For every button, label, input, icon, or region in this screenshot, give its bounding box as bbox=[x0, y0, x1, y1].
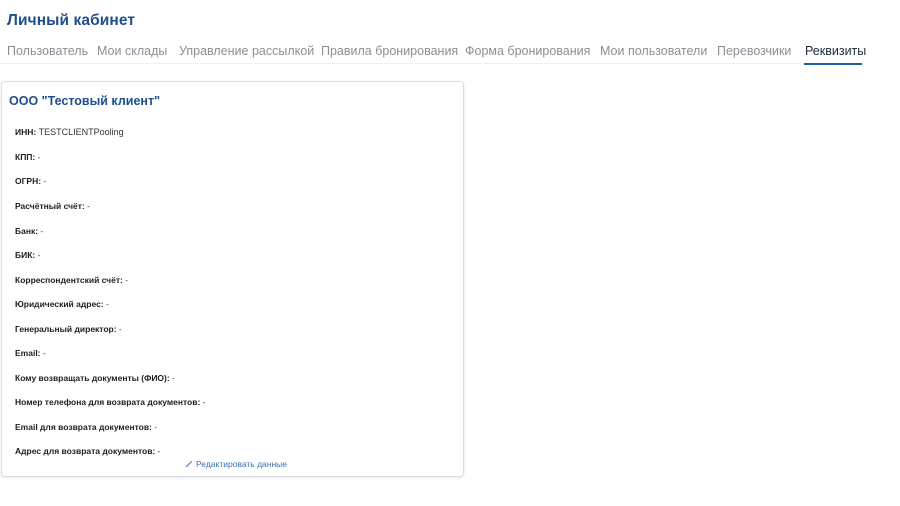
row-label: Адрес для возврата документов: bbox=[15, 446, 156, 456]
row-label: Email: bbox=[15, 348, 41, 358]
row-ogrn: ОГРН: - bbox=[15, 176, 46, 186]
row-label: Генеральный директор: bbox=[15, 324, 117, 334]
tab-mailing[interactable]: Управление рассылкой bbox=[179, 44, 314, 58]
row-director: Генеральный директор: - bbox=[15, 324, 122, 334]
row-value: - bbox=[84, 201, 90, 211]
row-return-email: Email для возврата документов: - bbox=[15, 422, 157, 432]
row-bik: БИК: - bbox=[15, 250, 40, 260]
row-value: TESTCLIENTPooling bbox=[38, 127, 124, 137]
row-account: Расчётный счёт: - bbox=[15, 201, 90, 211]
row-value: - bbox=[38, 226, 44, 236]
row-value: - bbox=[200, 397, 206, 407]
row-label: БИК: bbox=[15, 250, 36, 260]
row-value: - bbox=[155, 446, 161, 456]
row-corr-account: Корреспондентский счёт: - bbox=[15, 275, 128, 285]
tab-my-users[interactable]: Мои пользователи bbox=[600, 44, 707, 58]
row-label: Номер телефона для возврата документов: bbox=[15, 397, 201, 407]
row-legal-address: Юридический адрес: - bbox=[15, 299, 109, 309]
tab-booking-rules[interactable]: Правила бронирования bbox=[321, 44, 458, 58]
row-label: Email для возврата документов: bbox=[15, 422, 152, 432]
tabs-bar: Пользователь Мои склады Управление рассы… bbox=[0, 38, 866, 65]
tab-booking-form[interactable]: Форма бронирования bbox=[465, 44, 590, 58]
row-bank: Банк: - bbox=[15, 226, 43, 236]
edit-data-label: Редактировать данные bbox=[196, 459, 287, 469]
edit-data-link[interactable]: Редактировать данные bbox=[185, 459, 287, 469]
row-value: - bbox=[169, 373, 175, 383]
row-label: Кому возвращать документы (ФИО): bbox=[15, 373, 170, 383]
row-value: - bbox=[41, 176, 47, 186]
row-return-phone: Номер телефона для возврата документов: … bbox=[15, 397, 205, 407]
tab-requisites[interactable]: Реквизиты bbox=[805, 44, 866, 58]
row-value: - bbox=[116, 324, 122, 334]
tab-carriers[interactable]: Перевозчики bbox=[717, 44, 791, 58]
row-value: - bbox=[40, 348, 46, 358]
row-value: - bbox=[122, 275, 129, 285]
row-email: Email: - bbox=[15, 348, 46, 358]
row-inn: ИНН: TESTCLIENTPooling bbox=[15, 127, 124, 137]
row-kpp: КПП: - bbox=[15, 152, 40, 162]
row-value: - bbox=[151, 422, 158, 432]
row-label: Банк: bbox=[15, 226, 39, 236]
row-label: Корреспондентский счёт: bbox=[15, 275, 123, 285]
page-title: Личный кабинет bbox=[7, 12, 136, 29]
row-return-recipient: Кому возвращать документы (ФИО): - bbox=[15, 373, 175, 383]
row-label: ОГРН: bbox=[15, 176, 42, 186]
tab-warehouses[interactable]: Мои склады bbox=[97, 44, 167, 58]
requisites-card: ООО "Тестовый клиент" ИНН: TESTCLIENTPoo… bbox=[1, 81, 464, 477]
row-label: Расчётный счёт: bbox=[15, 201, 85, 211]
row-value: - bbox=[35, 152, 41, 162]
pencil-icon bbox=[185, 460, 193, 468]
row-value: - bbox=[103, 299, 109, 309]
row-value: - bbox=[35, 250, 41, 260]
tab-user[interactable]: Пользователь bbox=[7, 44, 88, 58]
row-label: ИНН: bbox=[15, 127, 37, 137]
row-label: КПП: bbox=[15, 152, 36, 162]
row-label: Юридический адрес: bbox=[15, 299, 104, 309]
row-return-address: Адрес для возврата документов: - bbox=[15, 446, 160, 456]
active-tab-underline bbox=[804, 63, 862, 65]
company-name: ООО "Тестовый клиент" bbox=[9, 94, 161, 108]
